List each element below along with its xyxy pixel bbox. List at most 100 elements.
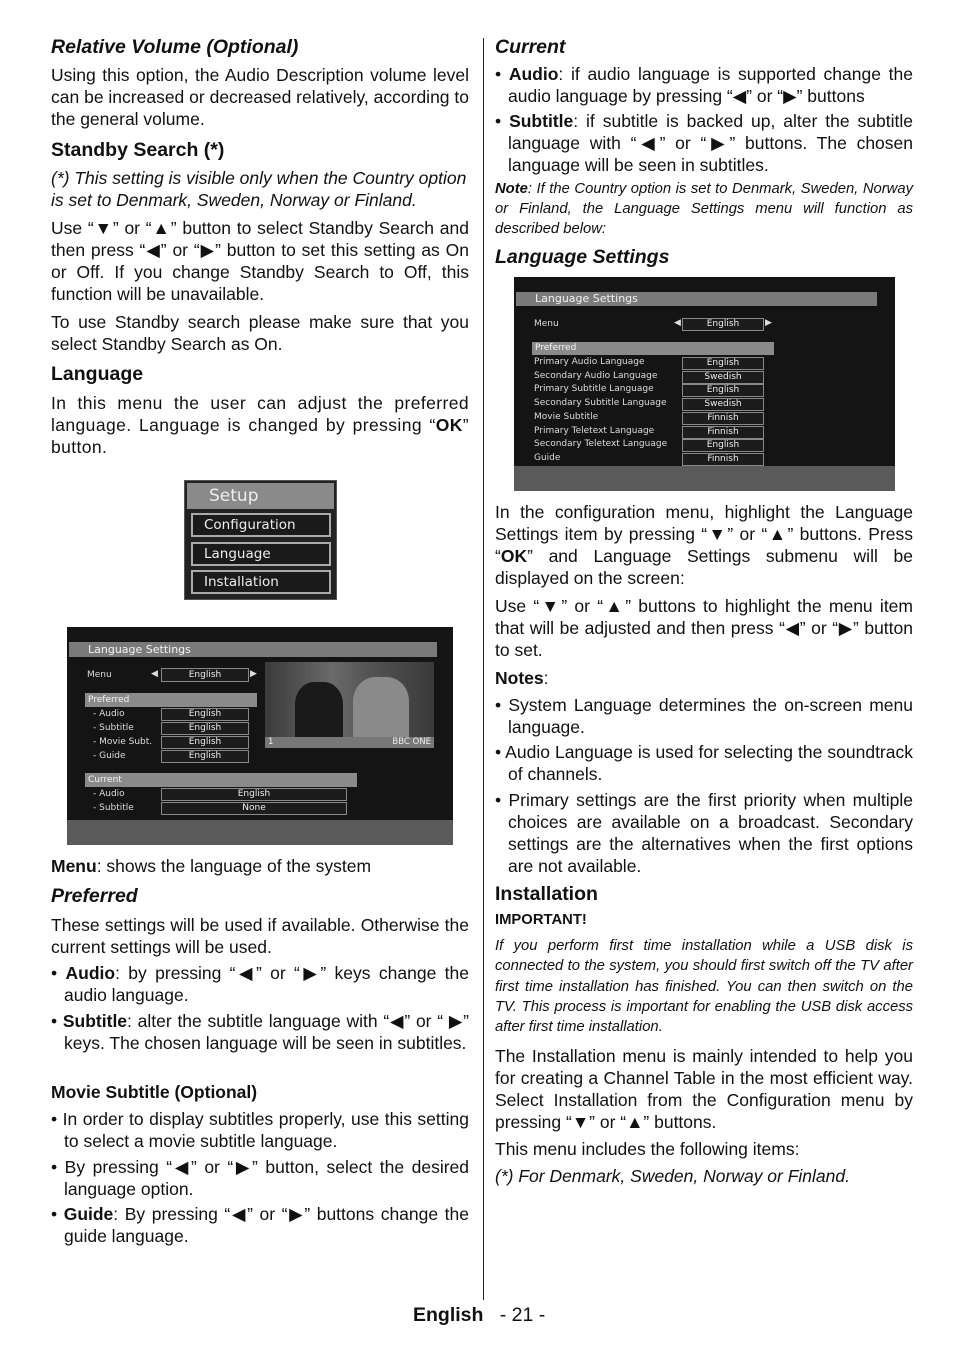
term: Subtitle — [509, 111, 574, 131]
preferred-text: These settings will be used if available… — [51, 915, 469, 957]
page-number: - 21 - — [499, 1304, 546, 1326]
text: : If the Country option is set to Denmar… — [495, 181, 913, 237]
osd-row-value: Finnish — [682, 411, 764, 425]
right-arrow-icon: ▶ — [765, 318, 772, 328]
osd-row-label: - Movie Subt. — [93, 737, 153, 747]
preferred-heading: Preferred — [51, 885, 138, 907]
movie-subtitle-heading: Movie Subtitle (Optional) — [51, 1082, 258, 1102]
osd-row-value: English — [161, 736, 249, 749]
osd-row-label: Movie Subtitle — [534, 411, 599, 422]
movie-bullet-1: • In order to display subtitles properly… — [51, 1109, 469, 1151]
text: In this menu the user can adjust the pre… — [51, 393, 469, 435]
installation-heading: Installation — [495, 883, 598, 905]
osd-row-label: Primary Audio Language — [534, 357, 645, 367]
standby-search-note: (*) This setting is visible only when th… — [51, 168, 467, 210]
left-arrow-icon: ◀ — [151, 669, 158, 679]
person-silhouette — [353, 677, 409, 737]
ok-key: OK — [500, 546, 528, 566]
osd-row-label: Primary Subtitle Language — [534, 384, 654, 395]
footer-language: English — [413, 1304, 484, 1326]
language-settings-osd-left: Language Settings Menu ◀ English ▶ Prefe… — [67, 627, 453, 845]
important-label: IMPORTANT! — [495, 912, 587, 928]
relative-volume-text: Using this option, the Audio Description… — [51, 65, 469, 129]
standby-search-text-2: To use Standby search please make sure t… — [51, 312, 469, 354]
osd-row-value: English — [682, 357, 764, 370]
text: : shows the language of the system — [96, 856, 372, 876]
setup-item-configuration: Configuration — [191, 513, 331, 537]
movie-bullet-2: • By pressing “◀” or “▶” button, select … — [51, 1157, 469, 1199]
config-instructions: In the configuration menu, highlight the… — [495, 501, 913, 589]
osd-title: Language Settings — [516, 292, 877, 306]
country-note: Note: If the Country option is set to De… — [495, 179, 913, 239]
osd-menu-value: English — [682, 318, 764, 331]
text: ” and Language Settings submenu will be … — [495, 546, 913, 588]
installation-text: The Installation menu is mainly intended… — [495, 1046, 913, 1132]
right-arrow-icon: ▶ — [250, 669, 257, 679]
language-text: In this menu the user can adjust the pre… — [51, 392, 469, 458]
osd-row-label: - Audio — [93, 709, 125, 719]
standby-search-text: Use “▼” or “▲” button to select Standby … — [51, 218, 469, 304]
osd-row-value: None — [161, 802, 347, 815]
menu-description: Menu: shows the language of the system — [51, 855, 469, 877]
osd-row-label: Secondary Teletext Language — [534, 439, 668, 450]
text: : by pressing “◀” or “▶” keys change the… — [64, 963, 469, 1005]
osd-row-value: English — [161, 750, 249, 763]
page-footer: English - 21 - — [413, 1303, 545, 1327]
setup-menu-image: Setup Configuration Language Installatio… — [184, 480, 337, 600]
installation-country-note: (*) For Denmark, Sweden, Norway or Finla… — [495, 1166, 850, 1186]
osd-row-value: Swedish — [682, 398, 764, 412]
text: : — [543, 668, 549, 688]
osd-row-label: - Subtitle — [93, 803, 134, 813]
osd-menu-value: English — [161, 668, 249, 682]
subtitle-bullet: • Subtitle: alter the subtitle language … — [51, 1011, 469, 1053]
person-silhouette — [295, 682, 343, 737]
term: Subtitle — [62, 1011, 128, 1031]
text: : if audio language is supported change … — [508, 64, 913, 106]
note-2: • Audio Language is used for selecting t… — [495, 742, 913, 784]
note-3: • Primary settings are the first priorit… — [495, 790, 913, 876]
standby-search-heading: Standby Search (*) — [51, 139, 225, 161]
note-1: • System Language determines the on-scre… — [495, 695, 913, 737]
relative-volume-heading: Relative Volume (Optional) — [51, 36, 299, 58]
guide-bullet: • Guide: By pressing “◀” or “▶” buttons … — [51, 1204, 469, 1246]
osd-footer — [514, 466, 895, 491]
osd-title: Language Settings — [69, 642, 437, 657]
language-settings-heading: Language Settings — [495, 246, 670, 268]
osd-preferred-section: Preferred — [85, 693, 257, 707]
osd-row-value: English — [682, 439, 764, 453]
osd-row-value: Finnish — [682, 452, 764, 466]
osd-row-value: English — [161, 722, 249, 735]
term: Note — [495, 181, 528, 197]
osd-current-section: Current — [85, 773, 357, 787]
language-settings-osd-right: Language Settings Menu ◀ English ▶ Prefe… — [514, 277, 895, 491]
osd-preferred-section: Preferred — [532, 342, 774, 355]
language-heading: Language — [51, 363, 144, 385]
osd-row-label: Secondary Audio Language — [534, 370, 658, 381]
left-arrow-icon: ◀ — [674, 318, 681, 328]
osd-row-value: English — [682, 384, 764, 398]
term: Audio — [65, 963, 116, 983]
term: Audio — [508, 64, 559, 84]
important-text: If you perform first time installation w… — [495, 938, 913, 1036]
setup-item-language: Language — [191, 542, 331, 566]
installation-items-intro: This menu includes the following items: — [495, 1139, 800, 1159]
osd-menu-label: Menu — [534, 319, 559, 329]
osd-row-label: - Audio — [93, 789, 125, 799]
channel-bar: 1 BBC ONE — [265, 737, 434, 748]
osd-row-label: - Guide — [93, 751, 126, 761]
osd-row-label: Secondary Subtitle Language — [534, 398, 667, 409]
setup-item-installation: Installation — [191, 570, 331, 594]
osd-row-value: Finnish — [682, 425, 764, 439]
current-heading: Current — [495, 36, 566, 58]
term: Guide — [63, 1204, 114, 1224]
ok-key: OK — [435, 415, 463, 435]
osd-row-value: English — [161, 788, 347, 801]
osd-menu-label: Menu — [87, 670, 112, 680]
column-divider — [483, 38, 484, 1300]
setup-menu-title: Setup — [187, 483, 334, 509]
tv-preview-image: 1 BBC ONE — [265, 662, 434, 748]
term: Notes — [495, 668, 544, 688]
channel-number: 1 — [268, 737, 274, 747]
term: Menu — [51, 856, 97, 876]
osd-row-value: Swedish — [682, 370, 764, 384]
